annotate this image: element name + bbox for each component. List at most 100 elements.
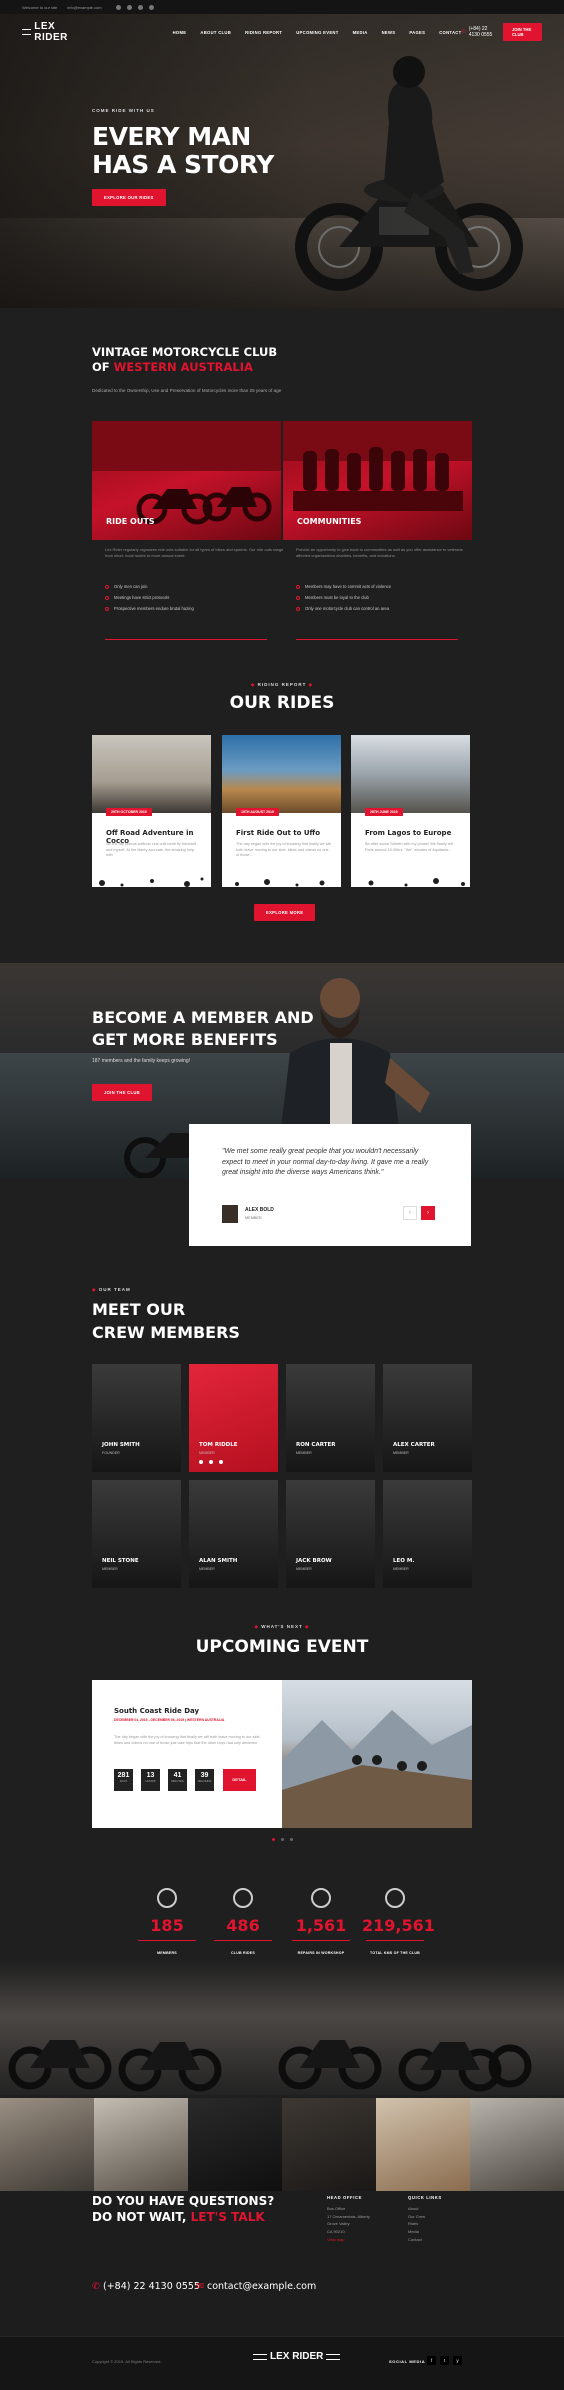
social-media-label: SOCIAL MEDIA	[389, 2359, 426, 2364]
pagination-dot[interactable]	[289, 1838, 293, 1841]
twitter-icon[interactable]: t	[440, 2356, 449, 2365]
nav-item-riding-report[interactable]: RIDING REPORT	[245, 30, 282, 35]
footer-link[interactable]: Media	[408, 2228, 442, 2236]
copyright: Copyright © 2019. All Rights Reserved.	[92, 2359, 162, 2364]
page: Welcome to our site info@example.com LEX…	[0, 0, 564, 2390]
nav-item-contact[interactable]: CONTACT	[439, 30, 461, 35]
footer-link[interactable]: Rides	[408, 2220, 442, 2228]
card-ride-outs[interactable]: RIDE OUTS	[92, 421, 281, 540]
card-communities-label: COMMUNITIES	[297, 517, 362, 526]
team-member-card[interactable]: RON CARTER MEMBER	[286, 1364, 375, 1472]
footer-link[interactable]: Our Crew	[408, 2213, 442, 2221]
facebook-icon[interactable]	[199, 1460, 203, 1464]
nav-phone[interactable]: ✆ (+84) 22 4130 0555	[461, 26, 494, 38]
hero-section	[0, 14, 564, 308]
facebook-icon[interactable]	[115, 4, 121, 10]
ink-splatter	[99, 877, 204, 887]
view-map-link[interactable]: View map	[327, 2236, 370, 2244]
hero-text: COME RIDE WITH US EVERY MAN HAS A STORY …	[92, 108, 274, 206]
team-member-card[interactable]: ALAN SMITH MEMBER	[189, 1480, 278, 1588]
footer-link[interactable]: About	[408, 2205, 442, 2213]
twitter-icon[interactable]	[126, 4, 132, 10]
site-logo[interactable]: LEX RIDER	[22, 21, 73, 43]
gallery-image[interactable]	[376, 2098, 470, 2191]
motorcycles-lineup-image	[8, 2040, 532, 2092]
twitter-icon[interactable]	[209, 1460, 213, 1464]
explore-rides-button[interactable]: EXPLORE OUR RIDES	[92, 189, 166, 206]
nav-item-about[interactable]: ABOUT CLUB	[200, 30, 231, 35]
footer-email[interactable]: ✉ contact@example.com	[196, 2281, 316, 2292]
ride-card[interactable]: 28TH JUNE 2019 From Lagos to Europe Be a…	[351, 735, 470, 887]
explore-more-button[interactable]: EXPLORE MORE	[254, 904, 316, 921]
prev-arrow-icon[interactable]: ‹	[403, 1206, 417, 1220]
instagram-icon[interactable]	[219, 1460, 223, 1464]
team-member-card[interactable]: ALEX CARTER MEMBER	[383, 1364, 472, 1472]
join-club-button[interactable]: JOIN THE CLUB	[92, 1084, 153, 1101]
next-arrow-icon[interactable]: ›	[421, 1206, 435, 1220]
ride-text: Be after social Sixtieth with my phone! …	[365, 842, 453, 852]
team-member-card[interactable]: NEIL STONE MEMBER	[92, 1480, 181, 1588]
event-detail-button[interactable]: DETAIL	[223, 1769, 256, 1791]
nav-item-pages[interactable]: PAGES	[409, 30, 425, 35]
footer-link[interactable]: Contact	[408, 2236, 442, 2244]
team-member-card[interactable]: LEO M. MEMBER	[383, 1480, 472, 1588]
footer-logo[interactable]: LEX RIDER	[253, 2351, 341, 2362]
ride-image	[351, 735, 470, 813]
pagination-dot[interactable]	[280, 1838, 284, 1841]
ride-card[interactable]: 29TH OCTOBER 2019 Off Road Adventure in …	[92, 735, 211, 887]
ride-title[interactable]: From Lagos to Europe	[365, 829, 451, 837]
email-text[interactable]: info@example.com	[67, 5, 101, 10]
bullet-item: Members must be loyal to the club	[296, 595, 476, 600]
bullet-item: Prospective members endure brutal hazing	[105, 606, 285, 611]
bullet-item: Members may have to commit acts of viole…	[296, 584, 476, 589]
instagram-icon[interactable]	[148, 4, 154, 10]
gallery-image[interactable]	[470, 2098, 564, 2191]
nav-join-button[interactable]: JOIN THE CLUB	[502, 23, 542, 41]
ride-date: 28TH JUNE 2019	[365, 808, 403, 816]
wrench-icon	[311, 1888, 331, 1908]
event-name[interactable]: South Coast Ride Day	[114, 1707, 199, 1715]
rides-eyebrow: ◆ RIDING REPORT ◆	[250, 682, 314, 687]
event-card: South Coast Ride Day DECEMBER 04, 2019 -…	[92, 1680, 472, 1828]
club-subtitle: Dedicated to the Ownership, Use and Pres…	[92, 388, 282, 393]
gallery-image[interactable]	[282, 2098, 376, 2191]
gallery-image[interactable]	[188, 2098, 282, 2191]
topbar-social	[115, 4, 154, 10]
nav-item-upcoming-event[interactable]: UPCOMING EVENT	[296, 30, 338, 35]
countdown-days: 281 DAYS	[114, 1769, 133, 1791]
youtube-icon[interactable]	[137, 4, 143, 10]
testimonial-author: ALEX BOLD	[245, 1207, 274, 1213]
hero-title: EVERY MAN HAS A STORY	[92, 123, 274, 179]
member-social	[199, 1460, 223, 1464]
facebook-icon[interactable]: f	[427, 2356, 436, 2365]
hero-eyebrow: COME RIDE WITH US	[92, 108, 155, 113]
card-ride-outs-label: RIDE OUTS	[106, 517, 155, 526]
nav-item-news[interactable]: NEWS	[382, 30, 396, 35]
event-eyebrow: ◆ WHAT'S NEXT ◆	[254, 1624, 310, 1629]
team-member-card[interactable]: TOM RIDDLE MEMBER	[189, 1364, 278, 1472]
mail-icon: ✉	[196, 2281, 207, 2292]
gallery-image[interactable]	[0, 2098, 94, 2191]
nav-item-media[interactable]: MEDIA	[353, 30, 368, 35]
footer-social-icons: f t y	[427, 2356, 462, 2365]
youtube-icon[interactable]: y	[453, 2356, 462, 2365]
testimonial-role: MEMBER	[245, 1216, 262, 1220]
stat-members: 185 MEMBERS	[134, 1888, 200, 1955]
gallery-image[interactable]	[94, 2098, 188, 2191]
pagination-dot[interactable]	[271, 1838, 275, 1841]
club-title: VINTAGE MOTORCYCLE CLUB OF WESTERN AUSTR…	[92, 345, 277, 375]
ride-title[interactable]: First Ride Out to Uffo	[236, 829, 320, 837]
team-member-card[interactable]: JOHN SMITH FOUNDER	[92, 1364, 181, 1472]
bullet-circle-icon	[105, 584, 109, 589]
ride-image	[222, 735, 341, 813]
footer-quick-links: QUICK LINKS About Our Crew Rides Media C…	[408, 2195, 442, 2244]
footer-phone[interactable]: ✆ (+84) 22 4130 0555	[92, 2281, 200, 2292]
ride-card[interactable]: 19TH AUGUST 2019 First Ride Out to Uffo …	[222, 735, 341, 887]
communities-bullets: Members may have to commit acts of viole…	[296, 584, 476, 617]
bullet-item: Only one motorcycle club can control an …	[296, 606, 476, 611]
team-member-card[interactable]: JACK BROW MEMBER	[286, 1480, 375, 1588]
bullet-item: Only men can join	[105, 584, 285, 589]
card-communities[interactable]: COMMUNITIES	[283, 421, 472, 540]
ride-text: Sic the rap primus solitudo viris culti …	[106, 842, 197, 857]
nav-item-home[interactable]: HOME	[173, 30, 187, 35]
